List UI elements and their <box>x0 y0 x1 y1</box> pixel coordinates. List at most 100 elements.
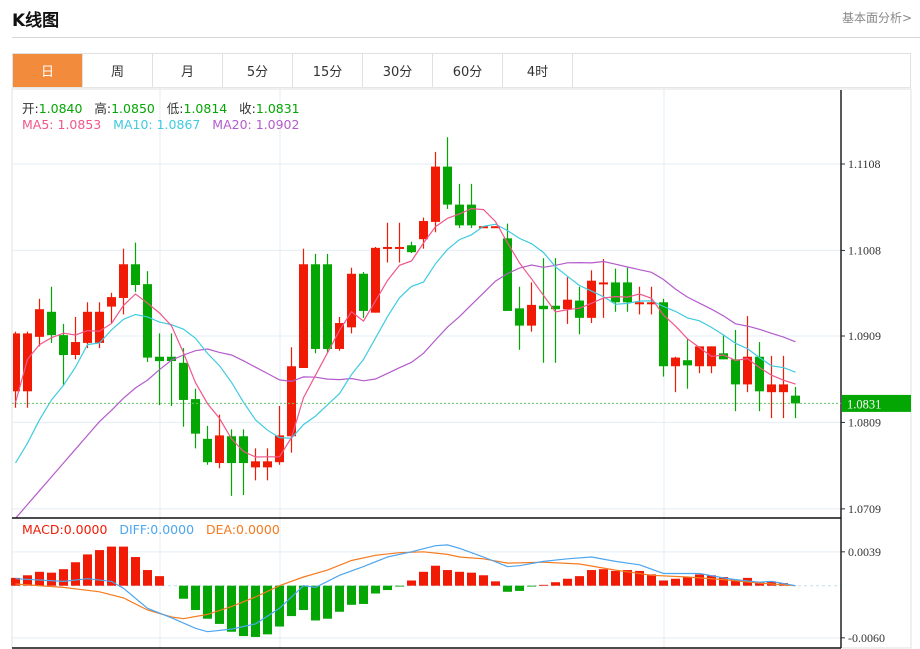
macd-bar <box>143 570 152 586</box>
candle-up <box>95 311 104 343</box>
macd-bar <box>155 576 164 586</box>
candle-down <box>131 264 140 286</box>
macd-bar <box>251 585 260 637</box>
candle-down <box>143 284 152 358</box>
macd-bar <box>419 571 428 586</box>
ma20-value: 1.0902 <box>255 117 300 132</box>
candles <box>13 137 800 518</box>
open-value: 1.0840 <box>38 101 83 116</box>
macd-bar <box>503 585 512 592</box>
candle-down <box>323 264 332 349</box>
candle-up <box>599 282 608 285</box>
candle-down <box>311 264 320 349</box>
candle-down <box>791 395 800 404</box>
candle-up <box>251 461 260 468</box>
candle-down <box>47 311 56 336</box>
macd-bar <box>539 584 548 586</box>
macd-bar <box>467 572 476 586</box>
macd-y-tick-label: 0.0039 <box>848 545 881 559</box>
close-value: 1.0831 <box>255 101 300 116</box>
dea-value: 0.0000 <box>236 522 280 537</box>
macd-bar <box>683 577 692 586</box>
macd-pane <box>11 544 841 637</box>
candles-group <box>13 137 800 518</box>
candle-down <box>191 399 200 434</box>
candle-down <box>515 308 524 326</box>
macd-bar <box>599 569 608 586</box>
macd-bar <box>239 585 248 637</box>
macd-label: MACD: <box>22 522 64 537</box>
candle-up <box>635 302 644 305</box>
macd-y-tick-label: -0.0060 <box>848 631 885 645</box>
ma-legend: MA5: 1.0853 MA10: 1.0867 MA20: 1.0902 <box>22 117 299 132</box>
candle-down <box>359 273 368 311</box>
macd-bar <box>107 546 116 586</box>
candle-up <box>371 247 380 313</box>
macd-bar <box>551 582 560 586</box>
candle-up <box>419 221 428 240</box>
ma5-label: MA5: <box>22 117 54 132</box>
candle-up <box>347 273 356 328</box>
macd-value: 0.0000 <box>63 522 108 537</box>
macd-bar <box>335 585 344 612</box>
y-tick-label: 1.0909 <box>848 329 881 343</box>
low-label: 低: <box>166 101 184 116</box>
candle-down <box>443 166 452 205</box>
ma5-value: 1.0853 <box>57 117 102 132</box>
ma20-label: MA20: <box>212 117 252 132</box>
candle-up <box>671 357 680 367</box>
macd-bar <box>227 585 236 632</box>
candle-up <box>107 297 116 307</box>
candle-down <box>155 356 164 362</box>
ma10-line <box>14 223 796 464</box>
macd-bar <box>527 585 536 587</box>
macd-bar <box>455 571 464 586</box>
macd-bar <box>215 585 224 624</box>
candle-down <box>467 204 476 226</box>
macd-bar <box>395 585 404 587</box>
macd-bar <box>383 585 392 591</box>
ma10-label: MA10: <box>113 117 153 132</box>
macd-bar <box>575 576 584 586</box>
last-price-label: 1.0831 <box>847 397 881 411</box>
candle-down <box>731 359 740 385</box>
y-tick-label: 1.0709 <box>848 502 881 516</box>
macd-bar <box>491 581 500 586</box>
macd-bar <box>179 585 188 599</box>
macd-bar <box>695 574 704 586</box>
macd-legend: MACD:0.0000 DIFF:0.0000 DEA:0.0000 <box>22 522 280 537</box>
macd-bar <box>35 571 44 586</box>
macd-bar <box>347 585 356 605</box>
macd-bar <box>323 585 332 619</box>
dea-label: DEA: <box>205 522 237 537</box>
candle-up <box>275 435 284 463</box>
candle-up <box>35 309 44 337</box>
candle-down <box>59 335 68 356</box>
candle-up <box>383 246 392 249</box>
macd-bar <box>191 585 200 611</box>
candle-down <box>575 300 584 318</box>
macd-bar <box>119 546 128 586</box>
y-tick-label: 1.1108 <box>848 157 881 171</box>
candle-up <box>299 264 308 368</box>
candle-down <box>407 245 416 253</box>
high-value: 1.0850 <box>111 101 155 116</box>
y-tick-label: 1.0809 <box>848 415 881 429</box>
macd-bar <box>587 570 596 586</box>
candle-down <box>227 436 236 464</box>
candle-up <box>563 299 572 310</box>
candle-up <box>23 333 32 392</box>
macd-bar <box>671 578 680 586</box>
candle-down <box>611 282 620 303</box>
open-label: 开: <box>22 101 39 116</box>
candle-up <box>71 342 80 356</box>
candle-up <box>83 311 92 343</box>
diff-label: DIFF: <box>119 522 151 537</box>
candle-down <box>179 362 188 400</box>
ma5-line <box>14 207 796 458</box>
candle-up <box>767 384 776 393</box>
axes: 1.1108 1.1008 1.0909 1.0809 1.0709 0.0039 -0.0… <box>12 90 911 649</box>
macd-bar <box>83 554 92 586</box>
candle-down <box>239 436 248 464</box>
macd-bar <box>71 562 80 586</box>
